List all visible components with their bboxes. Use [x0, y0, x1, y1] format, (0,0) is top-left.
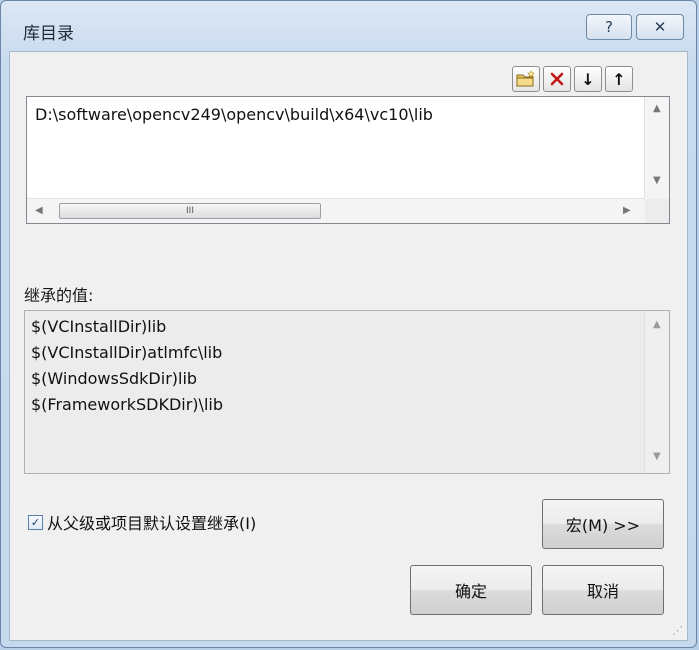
scroll-up-icon[interactable]: ▲	[653, 319, 661, 330]
dialog-window: 库目录 ? ✕ ↓ ↑ D:\software\opencv249\opencv…	[0, 0, 697, 648]
macros-button[interactable]: 宏(M) >>	[542, 499, 664, 549]
close-button[interactable]: ✕	[636, 14, 684, 40]
inherit-checkbox-row[interactable]: ✓ 从父级或项目默认设置继承(I)	[28, 510, 256, 534]
move-up-button[interactable]: ↑	[605, 66, 633, 92]
inherited-item: $(FrameworkSDKDir)\lib	[31, 395, 223, 414]
scroll-up-icon[interactable]: ▲	[653, 103, 661, 114]
folder-new-icon	[516, 70, 535, 87]
help-button[interactable]: ?	[586, 14, 632, 40]
dialog-client-area: ↓ ↑ D:\software\opencv249\opencv\build\x…	[9, 51, 688, 641]
close-icon: ✕	[653, 18, 667, 36]
delete-icon	[550, 72, 564, 86]
resize-grip-icon[interactable]: ⋰	[672, 624, 683, 637]
inherit-checkbox-label[interactable]: 从父级或项目默认设置继承(I)	[47, 510, 256, 534]
ok-button[interactable]: 确定	[410, 565, 532, 615]
scroll-right-icon[interactable]: ▶	[623, 205, 631, 216]
directory-list[interactable]: D:\software\opencv249\opencv\build\x64\v…	[26, 96, 670, 224]
new-line-button[interactable]	[512, 66, 540, 92]
arrow-down-icon: ↓	[581, 69, 595, 89]
delete-line-button[interactable]	[543, 66, 571, 92]
vertical-scrollbar[interactable]: ▲ ▼	[644, 97, 669, 199]
grip-icon: III	[186, 206, 194, 216]
inherited-values-list: $(VCInstallDir)lib $(VCInstallDir)atlmfc…	[24, 310, 670, 474]
inherited-values-label: 继承的值:	[24, 286, 94, 305]
horizontal-scroll-thumb[interactable]: III	[59, 203, 321, 219]
move-down-button[interactable]: ↓	[574, 66, 602, 92]
dialog-title: 库目录	[23, 24, 74, 44]
inherited-item: $(WindowsSdkDir)lib	[31, 369, 198, 388]
inherited-item: $(VCInstallDir)atlmfc\lib	[31, 343, 223, 362]
cancel-button[interactable]: 取消	[542, 565, 664, 615]
inherit-checkbox[interactable]: ✓	[28, 514, 43, 530]
inherited-vertical-scrollbar[interactable]: ▲ ▼	[644, 311, 669, 473]
directory-entry[interactable]: D:\software\opencv249\opencv\build\x64\v…	[35, 105, 433, 124]
scroll-down-icon[interactable]: ▼	[653, 451, 661, 462]
help-icon: ?	[605, 18, 613, 36]
scrollbar-corner	[645, 199, 669, 223]
inherited-item: $(VCInstallDir)lib	[31, 317, 167, 336]
scroll-down-icon[interactable]: ▼	[653, 175, 661, 186]
check-icon: ✓	[30, 515, 41, 529]
arrow-up-icon: ↑	[612, 69, 626, 89]
scroll-left-icon[interactable]: ◀	[35, 205, 43, 216]
horizontal-scrollbar[interactable]: ◀ III ▶	[27, 198, 645, 223]
